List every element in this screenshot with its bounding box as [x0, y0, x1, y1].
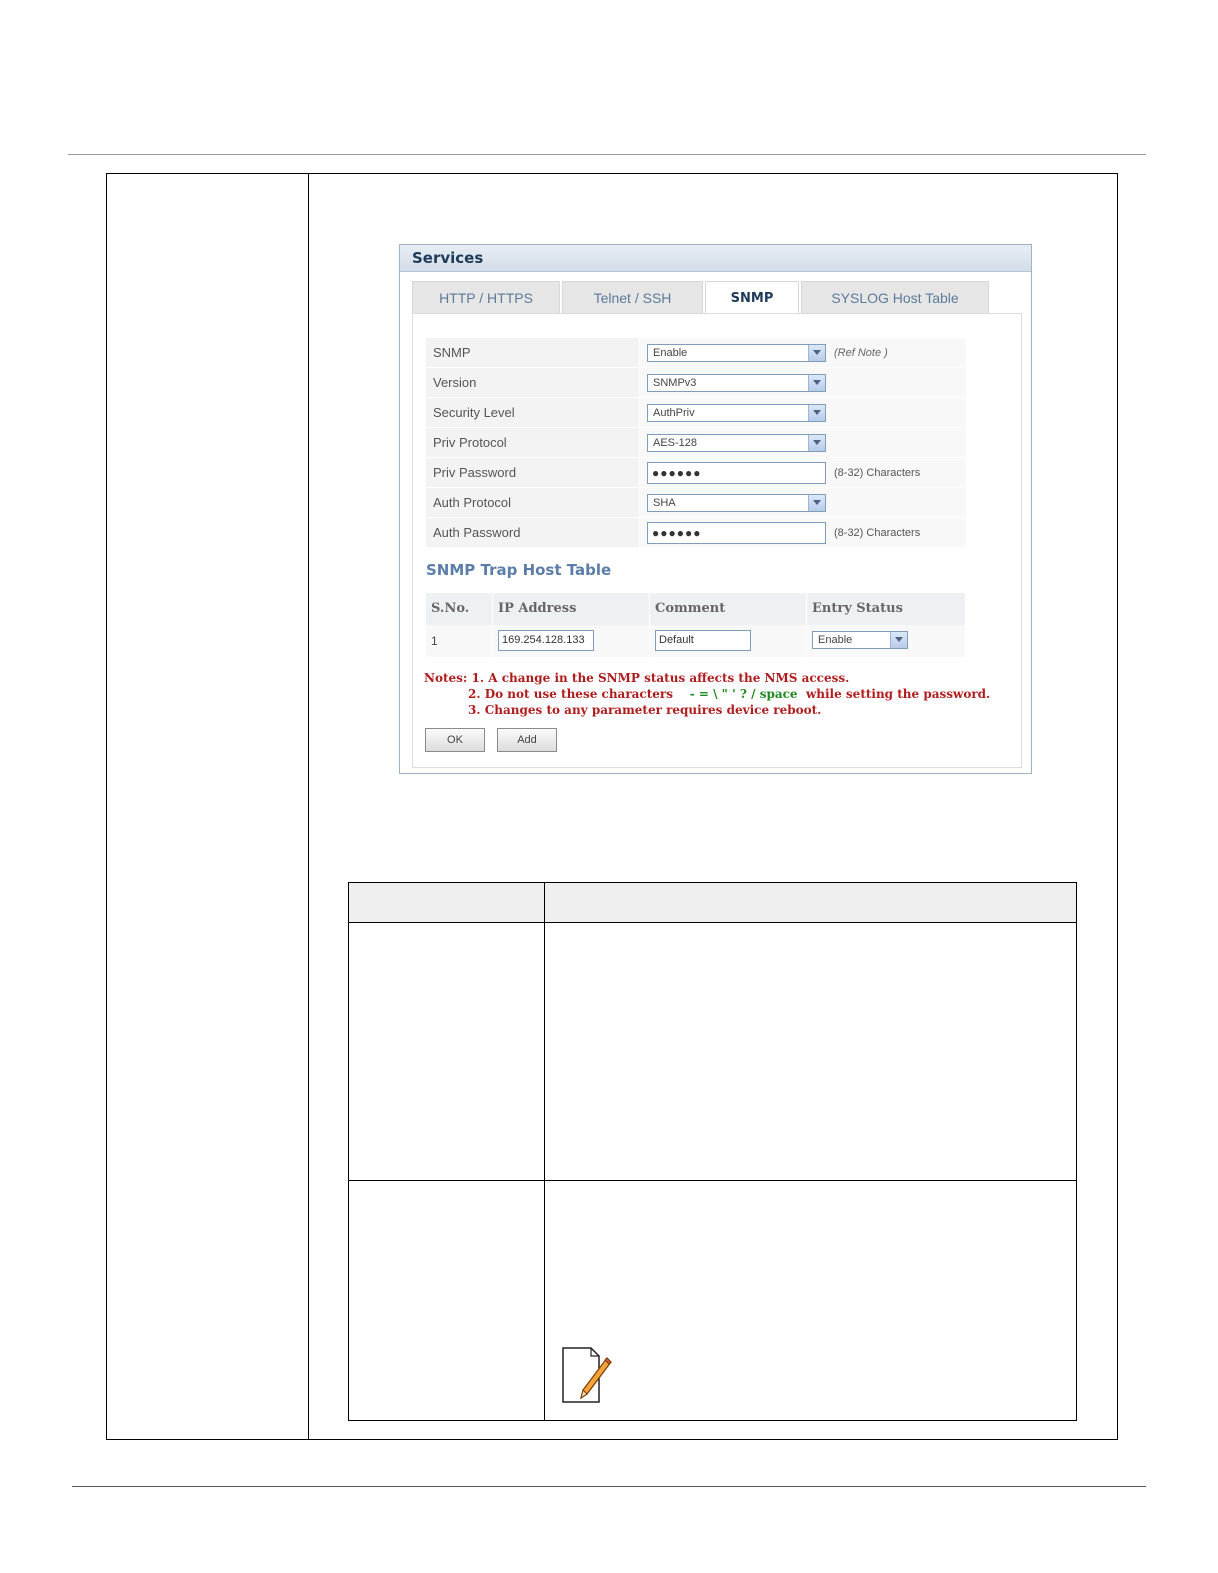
add-button[interactable]: Add [497, 728, 557, 752]
priv-password-row: Priv Password ●●●●●● (8-32) Characters [426, 458, 966, 488]
column-header-sno: S.No. [426, 593, 493, 625]
chevron-down-icon[interactable] [808, 495, 825, 511]
snmp-tab-content: SNMP Enable (Ref Note ) Version SNMPv3 S… [412, 313, 1022, 768]
table-row: 1 169.254.128.133 Default Enable [426, 625, 966, 657]
security-level-row: Security Level AuthPriv [426, 398, 966, 428]
tab-snmp[interactable]: SNMP [705, 281, 799, 314]
tab-http-https[interactable]: HTTP / HTTPS [412, 281, 560, 314]
sno-cell: 1 [426, 625, 493, 657]
chevron-down-icon[interactable] [808, 375, 825, 391]
header-rule [68, 154, 1146, 155]
table-column-divider [308, 174, 309, 1439]
version-row: Version SNMPv3 [426, 368, 966, 398]
priv-protocol-label: Priv Protocol [426, 428, 640, 457]
entry-status-select[interactable]: Enable [812, 631, 908, 649]
panel-title: Services [412, 249, 484, 267]
forbidden-characters: - = \ " ' ? / space [689, 687, 798, 701]
services-panel: Services HTTP / HTTPS Telnet / SSH SNMP … [399, 244, 1032, 774]
priv-protocol-select[interactable]: AES-128 [647, 434, 826, 452]
note-2: 2. Do not use these characters - = \ " '… [468, 687, 991, 701]
auth-protocol-select[interactable]: SHA [647, 494, 826, 512]
priv-password-hint: (8-32) Characters [834, 467, 921, 479]
auth-protocol-row: Auth Protocol SHA [426, 488, 966, 518]
footer-rule [72, 1486, 1146, 1487]
notes-block: Notes: 1. A change in the SNMP status af… [424, 670, 990, 718]
ip-address-input[interactable]: 169.254.128.133 [498, 630, 594, 651]
priv-protocol-row: Priv Protocol AES-128 [426, 428, 966, 458]
security-level-select[interactable]: AuthPriv [647, 404, 826, 422]
chevron-down-icon[interactable] [808, 345, 825, 361]
ref-note-hint: (Ref Note ) [834, 347, 888, 359]
priv-password-input[interactable]: ●●●●●● [647, 462, 826, 484]
description-table-header [349, 883, 1076, 923]
auth-password-hint: (8-32) Characters [834, 527, 921, 539]
description-table-row-divider [349, 1180, 1076, 1181]
trap-host-table: S.No. IP Address Comment Entry Status 1 … [426, 593, 966, 657]
tab-bar: HTTP / HTTPS Telnet / SSH SNMP SYSLOG Ho… [412, 281, 991, 314]
tab-syslog-host-table[interactable]: SYSLOG Host Table [801, 281, 989, 314]
snmp-settings-form: SNMP Enable (Ref Note ) Version SNMPv3 S… [426, 338, 966, 548]
note-1: Notes: 1. A change in the SNMP status af… [424, 671, 850, 685]
priv-password-label: Priv Password [426, 458, 640, 487]
chevron-down-icon[interactable] [808, 435, 825, 451]
auth-protocol-label: Auth Protocol [426, 488, 640, 517]
column-header-entry-status: Entry Status [807, 593, 966, 625]
note-3: 3. Changes to any parameter requires dev… [468, 703, 822, 717]
snmp-label: SNMP [426, 338, 640, 367]
ok-button[interactable]: OK [425, 728, 485, 752]
comment-input[interactable]: Default [655, 630, 751, 651]
chevron-down-icon[interactable] [808, 405, 825, 421]
auth-password-label: Auth Password [426, 518, 640, 547]
security-level-label: Security Level [426, 398, 640, 427]
trap-host-table-title: SNMP Trap Host Table [426, 561, 612, 579]
auth-password-row: Auth Password ●●●●●● (8-32) Characters [426, 518, 966, 548]
snmp-row: SNMP Enable (Ref Note ) [426, 338, 966, 368]
panel-header: Services [400, 245, 1031, 272]
description-table-column-divider [544, 883, 545, 1420]
column-header-ip-address: IP Address [493, 593, 650, 625]
chevron-down-icon[interactable] [890, 632, 907, 648]
note-pencil-icon [562, 1347, 612, 1403]
auth-password-input[interactable]: ●●●●●● [647, 522, 826, 544]
tab-telnet-ssh[interactable]: Telnet / SSH [562, 281, 703, 314]
column-header-comment: Comment [650, 593, 807, 625]
parameter-description-table [348, 882, 1077, 1421]
snmp-select[interactable]: Enable [647, 344, 826, 362]
trap-table-header: S.No. IP Address Comment Entry Status [426, 593, 966, 625]
version-label: Version [426, 368, 640, 397]
version-select[interactable]: SNMPv3 [647, 374, 826, 392]
